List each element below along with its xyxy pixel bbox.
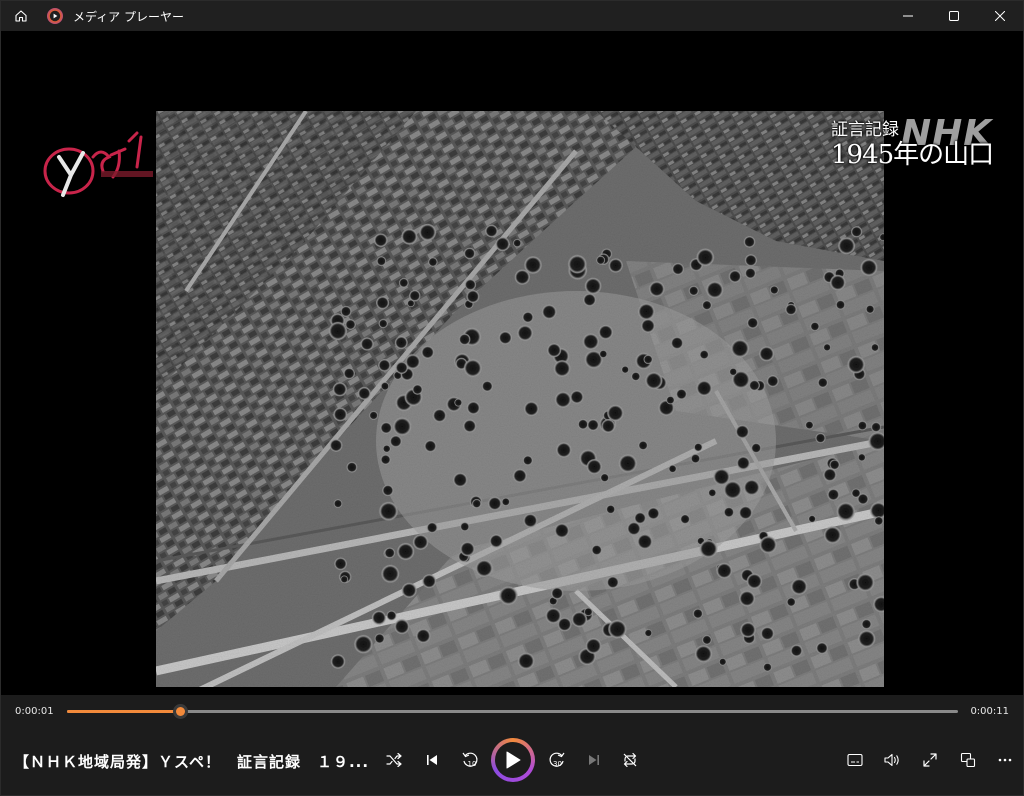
fullscreen-icon [923, 753, 937, 767]
maximize-icon [949, 11, 959, 21]
video-canvas[interactable]: NHK 証言記録 1945年の山口 [1, 31, 1023, 695]
home-icon[interactable] [11, 6, 31, 26]
more-icon [998, 758, 1012, 762]
captions-button[interactable] [840, 745, 870, 775]
current-time: 0:00:01 [15, 706, 54, 717]
seek-bar[interactable] [67, 704, 958, 719]
volume-button[interactable] [877, 745, 907, 775]
skip-back-10-icon: 10 [462, 752, 478, 768]
next-button[interactable] [579, 745, 609, 775]
repeat-button[interactable] [615, 745, 645, 775]
shuffle-icon [386, 753, 402, 767]
previous-button[interactable] [417, 745, 447, 775]
maximize-button[interactable] [931, 1, 977, 31]
previous-icon [427, 755, 437, 765]
repeat-off-icon [623, 752, 637, 768]
more-options-button[interactable] [990, 745, 1020, 775]
skip-back-10-button[interactable]: 10 [455, 745, 485, 775]
window-controls [885, 1, 1023, 31]
total-duration: 0:00:11 [970, 706, 1009, 717]
now-playing-title[interactable]: 【ＮＨＫ地域局発】Ｙスペ！ 証言記録 １９... [14, 751, 369, 772]
miniplayer-button[interactable] [953, 745, 983, 775]
nhk-title-overlay: NHK 証言記録 1945年の山口 [831, 113, 994, 170]
media-player-window: メディア プレーヤー NHK 証言記録 1945年の山口 0:00:01 0:0… [0, 0, 1024, 796]
miniplayer-icon [960, 752, 976, 768]
svg-text:30: 30 [553, 760, 562, 768]
playback-controls: 0:00:01 0:00:11 【ＮＨＫ地域局発】Ｙスペ！ 証言記録 １９...… [1, 695, 1023, 795]
minimize-button[interactable] [885, 1, 931, 31]
svg-text:10: 10 [468, 760, 477, 768]
minimize-icon [903, 15, 913, 17]
shuffle-button[interactable] [379, 745, 409, 775]
seek-thumb[interactable] [173, 704, 189, 719]
window-title: メディア プレーヤー [73, 9, 184, 24]
title-bar: メディア プレーヤー [1, 1, 1023, 31]
skip-forward-30-icon: 30 [549, 752, 565, 768]
video-frame-aerial-photo [156, 111, 884, 687]
seek-progress [67, 710, 181, 713]
media-player-logo-icon [47, 8, 63, 24]
close-icon [995, 11, 1005, 21]
y-special-show-logo [43, 131, 153, 197]
close-button[interactable] [977, 1, 1023, 31]
play-button[interactable] [491, 738, 535, 782]
captions-icon [847, 753, 863, 767]
next-icon [589, 755, 599, 765]
play-icon [506, 751, 521, 769]
program-title: 1945年の山口 [831, 140, 994, 170]
volume-icon [883, 753, 899, 767]
program-subtitle: 証言記録 [831, 120, 899, 140]
skip-forward-30-button[interactable]: 30 [542, 745, 572, 775]
fullscreen-button[interactable] [915, 745, 945, 775]
